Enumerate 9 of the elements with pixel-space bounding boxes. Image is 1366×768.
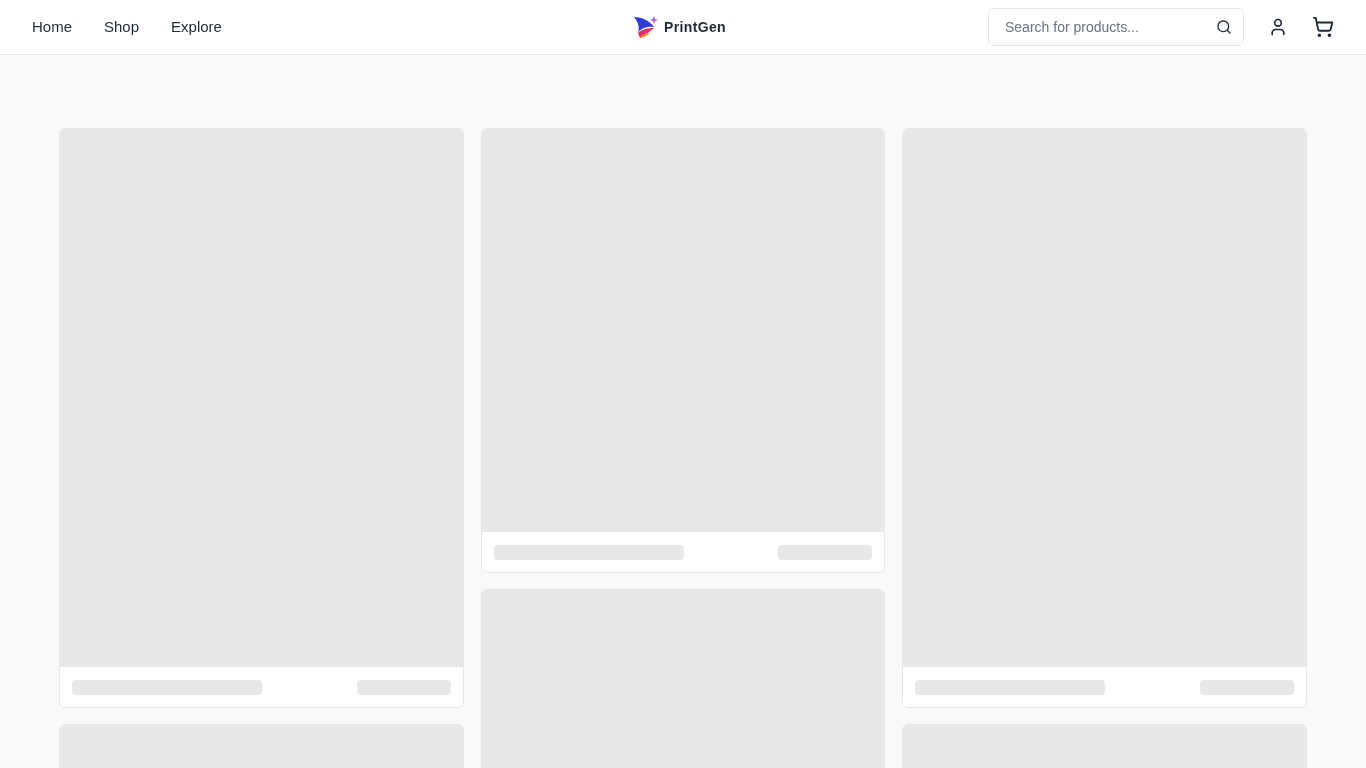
search-icon[interactable] [1216,19,1232,35]
bird-logo-icon [632,14,660,40]
nav-link[interactable]: Shop [104,15,140,39]
brand-name: PrintGen [664,17,726,37]
cart-icon[interactable] [1312,16,1334,38]
nav-link[interactable]: Home [32,15,72,39]
user-icon[interactable] [1268,17,1288,37]
nav-link[interactable]: Explore [171,15,222,39]
search-field[interactable]: Search for products... [988,8,1244,46]
